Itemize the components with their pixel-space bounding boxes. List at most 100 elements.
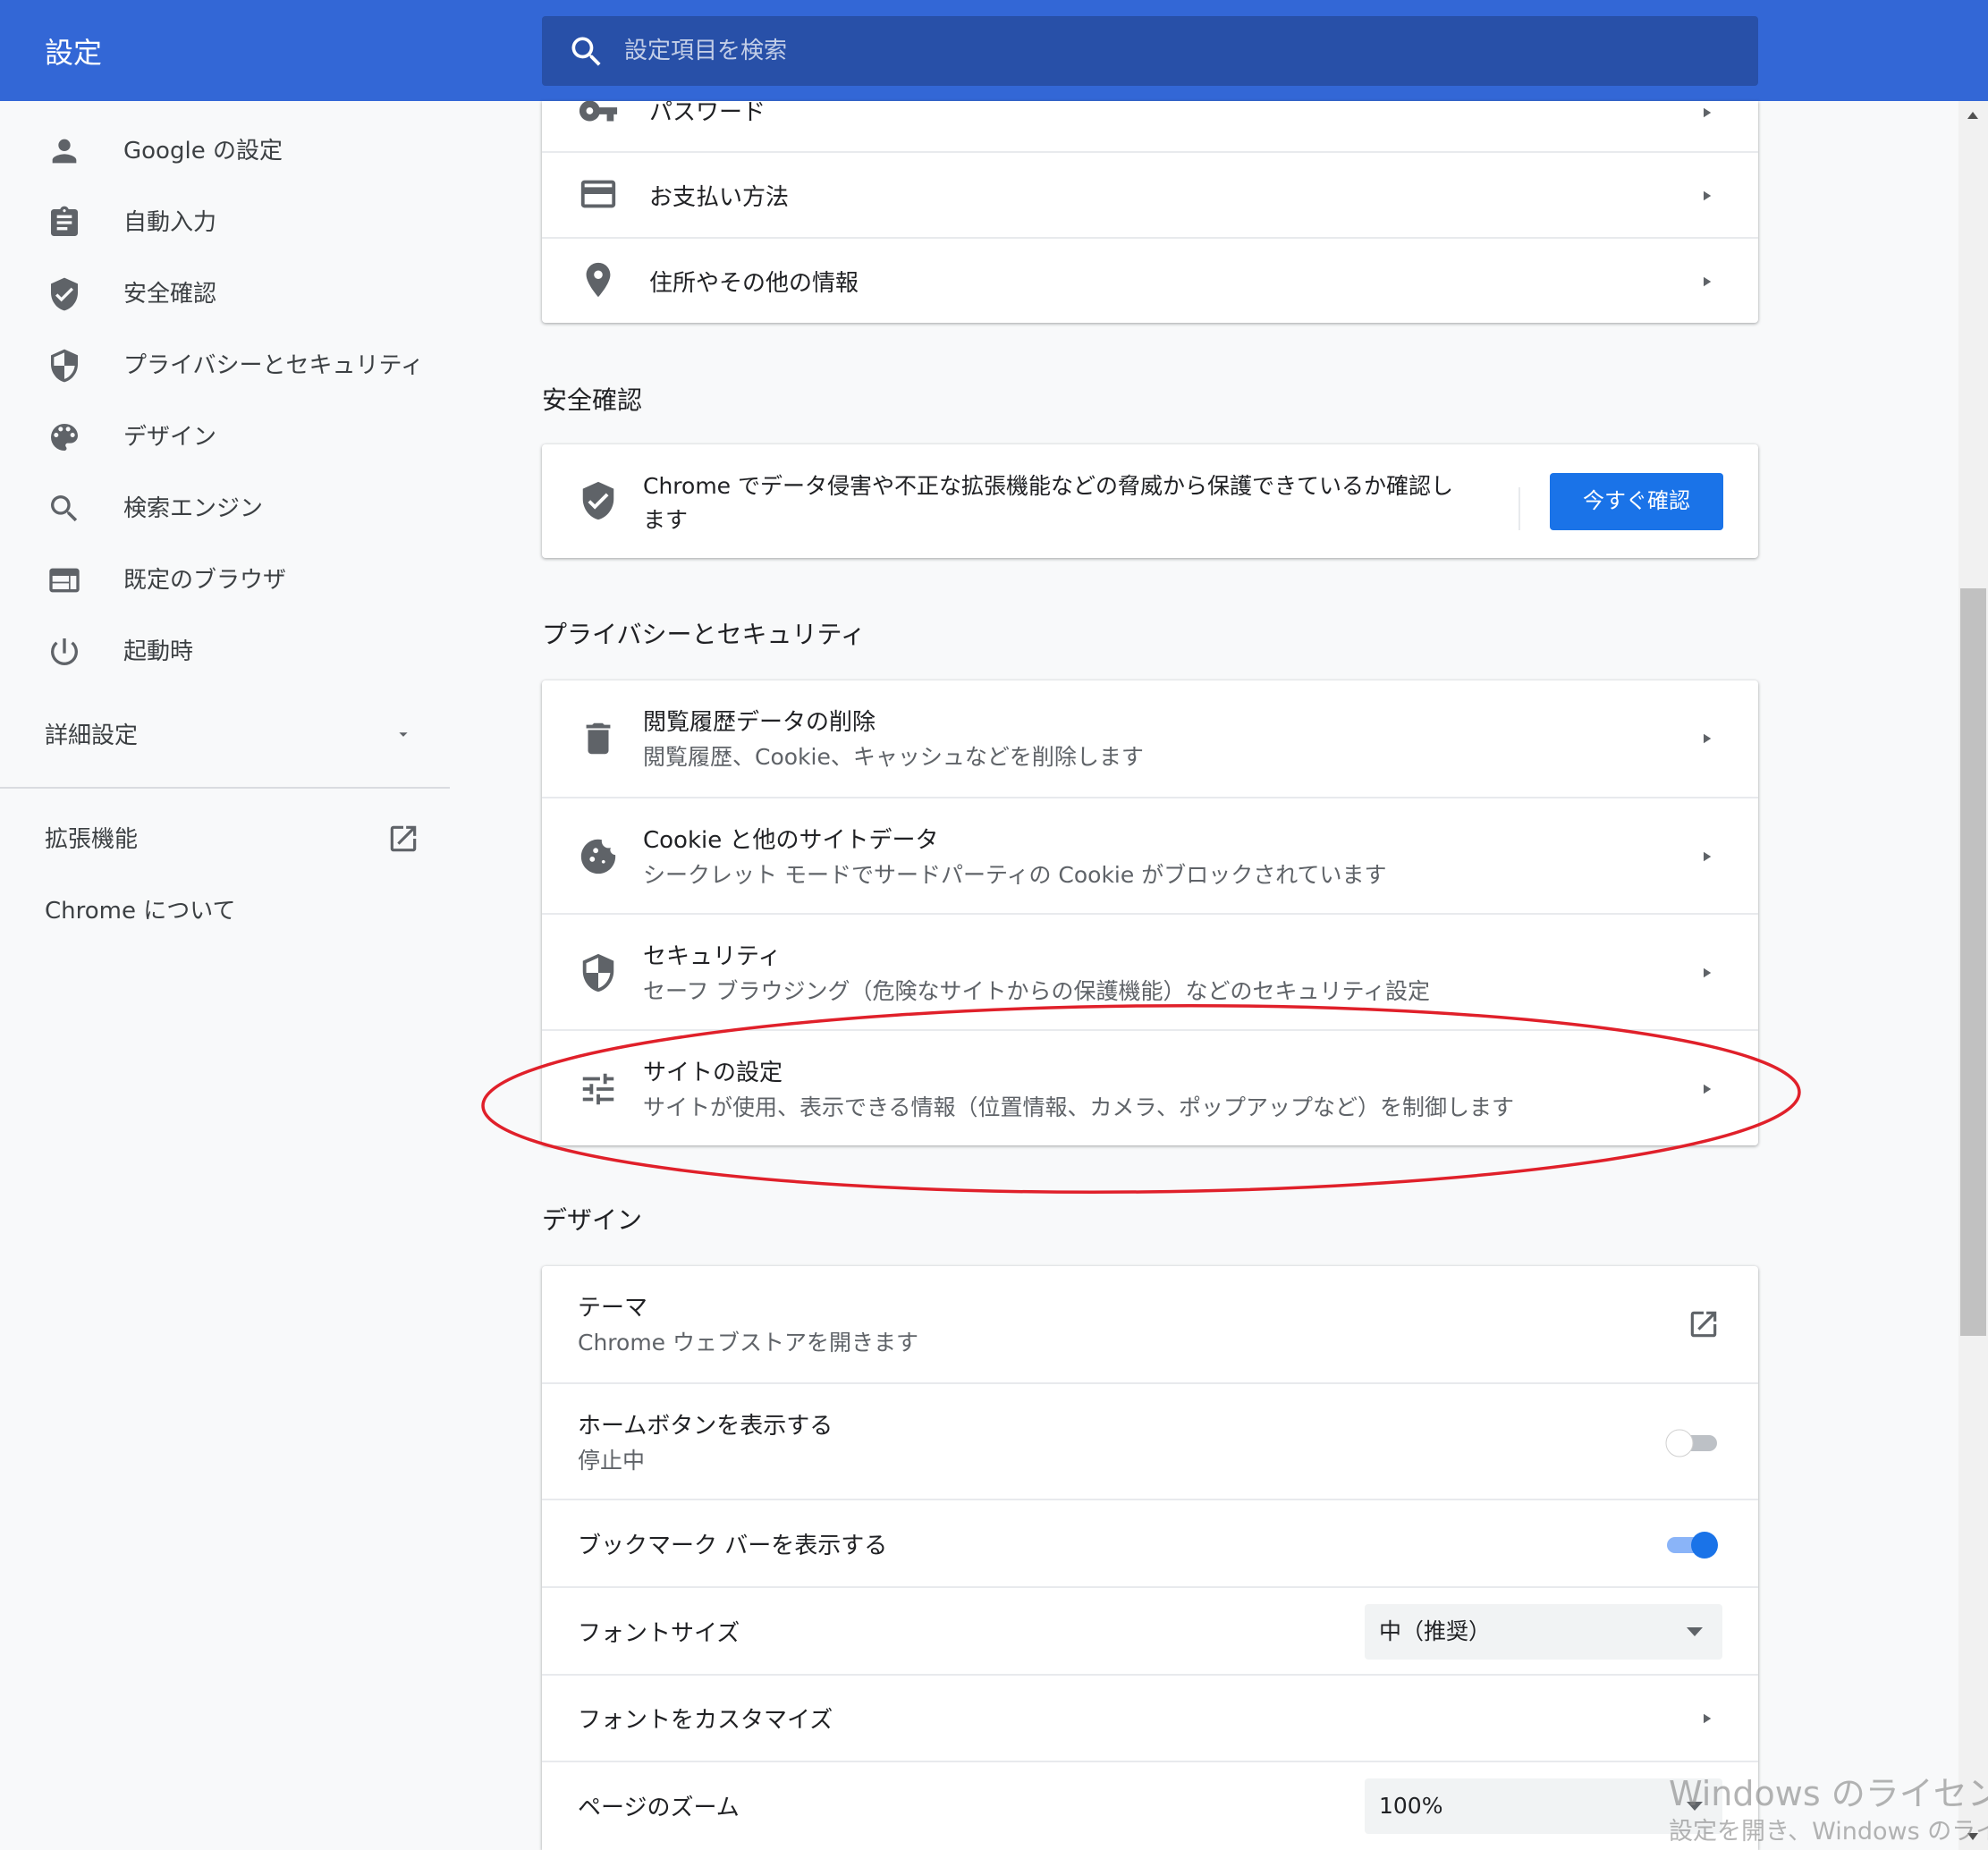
sidebar-divider <box>0 787 450 789</box>
activation-watermark-subtitle: 設定を開き、Windows のライセ <box>1669 1818 1988 1846</box>
font-size-label: フォントサイズ <box>578 1620 740 1647</box>
search-box[interactable] <box>542 16 1758 86</box>
sidebar-item-label: Google の設定 <box>123 138 283 165</box>
safety-text-line2: ます <box>643 507 689 533</box>
customize-fonts-row[interactable]: フォントをカスタマイズ <box>542 1674 1758 1761</box>
cookie-icon <box>580 839 616 874</box>
vertical-divider <box>1518 487 1520 530</box>
page-title: 設定 <box>45 36 103 70</box>
page-zoom-row: ページのズーム 100% <box>542 1761 1758 1850</box>
sidebar-item-google[interactable]: Google の設定 <box>0 115 447 187</box>
sidebar-item-label: デザイン <box>123 424 217 451</box>
bookmarks-bar-toggle[interactable] <box>1663 1526 1721 1562</box>
shield-half-icon <box>582 953 614 993</box>
open-external-icon <box>1690 1311 1717 1338</box>
sidebar-item-safety[interactable]: 安全確認 <box>0 258 447 330</box>
sidebar-item-search-engine[interactable]: 検索エンジン <box>0 473 447 545</box>
font-size-value: 中（推奨） <box>1379 1618 1492 1644</box>
chevron-right-icon <box>1704 190 1712 201</box>
open-external-icon <box>390 825 417 852</box>
shield-check-icon <box>582 481 614 520</box>
privacy-card: 閲覧履歴データの削除 閲覧履歴、Cookie、キャッシュなどを削除します Coo… <box>542 680 1758 1145</box>
cookies-row[interactable]: Cookie と他のサイトデータ シークレット モードでサードパーティの Coo… <box>542 797 1758 913</box>
search-icon <box>571 37 601 66</box>
autofill-card: パスワード お支払い方法 住所やその他の情報 <box>542 101 1758 323</box>
home-button-row[interactable]: ホームボタンを表示する 停止中 <box>542 1382 1758 1499</box>
safety-card: Chrome でデータ侵害や不正な拡張機能などの脅威から保護できているか確認し … <box>542 444 1758 558</box>
safety-heading: 安全確認 <box>542 385 643 415</box>
bookmarks-bar-title: ブックマーク バーを表示する <box>578 1533 888 1559</box>
caret-down-icon <box>1687 1627 1703 1636</box>
about-chrome-link[interactable]: Chrome について <box>0 875 447 947</box>
extensions-link[interactable]: 拡張機能 <box>0 804 447 875</box>
sidebar-item-design[interactable]: デザイン <box>0 401 447 473</box>
design-card: テーマ Chrome ウェブストアを開きます ホームボタンを表示する 停止中 ブ… <box>542 1266 1758 1850</box>
sidebar-item-label: 安全確認 <box>123 281 217 308</box>
row-subtitle: シークレット モードでサードパーティの Cookie がブロックされています <box>643 862 1387 888</box>
about-chrome-label: Chrome について <box>45 898 236 925</box>
row-title: Cookie と他のサイトデータ <box>643 827 939 854</box>
scrollbar-thumb[interactable] <box>1960 588 1986 1336</box>
chevron-right-icon <box>1704 733 1712 744</box>
passwords-row[interactable]: パスワード <box>542 101 1758 151</box>
row-subtitle: 閲覧履歴、Cookie、キャッシュなどを削除します <box>643 744 1144 770</box>
addresses-row[interactable]: 住所やその他の情報 <box>542 237 1758 323</box>
home-button-toggle[interactable] <box>1663 1424 1721 1460</box>
check-now-button[interactable]: 今すぐ確認 <box>1550 473 1723 530</box>
advanced-settings-toggle[interactable]: 詳細設定 <box>0 700 447 772</box>
sidebar-item-label: プライバシーとセキュリティ <box>123 352 424 379</box>
top-bar: 設定 <box>0 0 1988 101</box>
addresses-label: 住所やその他の情報 <box>649 270 859 297</box>
chevron-right-icon <box>1704 851 1712 862</box>
palette-icon <box>51 424 78 451</box>
vertical-scrollbar[interactable] <box>1958 101 1988 1850</box>
browser-icon <box>49 568 80 593</box>
bookmarks-bar-row[interactable]: ブックマーク バーを表示する <box>542 1499 1758 1586</box>
font-size-select[interactable]: 中（推奨） <box>1365 1604 1722 1660</box>
search-icon <box>51 495 78 522</box>
theme-row[interactable]: テーマ Chrome ウェブストアを開きます <box>542 1266 1758 1382</box>
chevron-right-icon <box>1704 276 1712 287</box>
theme-subtitle: Chrome ウェブストアを開きます <box>578 1330 919 1356</box>
sidebar-item-startup[interactable]: 起動時 <box>0 616 447 688</box>
sidebar-item-default-browser[interactable]: 既定のブラウザ <box>0 545 447 616</box>
key-icon <box>579 101 618 122</box>
clipboard-icon <box>51 206 78 236</box>
row-subtitle: セーフ ブラウジング（危険なサイトからの保護機能）などのセキュリティ設定 <box>643 978 1430 1004</box>
scroll-up-arrow-icon[interactable] <box>1966 110 1980 121</box>
extensions-label: 拡張機能 <box>45 826 139 853</box>
sidebar-item-label: 既定のブラウザ <box>123 567 287 594</box>
home-button-title: ホームボタンを表示する <box>578 1413 833 1440</box>
shield-half-icon <box>51 349 78 383</box>
sidebar-item-label: 検索エンジン <box>123 495 264 522</box>
person-icon <box>52 139 77 164</box>
clear-browsing-data-row[interactable]: 閲覧履歴データの削除 閲覧履歴、Cookie、キャッシュなどを削除します <box>542 680 1758 797</box>
page-zoom-value: 100% <box>1379 1793 1443 1819</box>
activation-watermark-title: Windows のライセンス <box>1669 1774 1988 1813</box>
page-zoom-label: ページのズーム <box>578 1795 740 1821</box>
payment-row[interactable]: お支払い方法 <box>542 151 1758 237</box>
sidebar-item-autofill[interactable]: 自動入力 <box>0 187 447 258</box>
chevron-right-icon <box>1704 107 1712 118</box>
row-title: 閲覧履歴データの削除 <box>643 709 876 736</box>
chevron-right-icon <box>1704 967 1712 978</box>
passwords-label: パスワード <box>649 101 766 126</box>
sidebar-item-label: 起動時 <box>123 638 194 665</box>
home-button-subtitle: 停止中 <box>578 1448 646 1474</box>
site-settings-row[interactable]: サイトの設定 サイトが使用、表示できる情報（位置情報、カメラ、ポップアップなど）… <box>542 1029 1758 1145</box>
font-size-row: フォントサイズ 中（推奨） <box>542 1586 1758 1674</box>
customize-fonts-label: フォントをカスタマイズ <box>578 1707 833 1734</box>
payment-label: お支払い方法 <box>649 184 790 211</box>
power-icon <box>50 638 78 665</box>
credit-card-icon <box>580 180 616 208</box>
sidebar-item-privacy[interactable]: プライバシーとセキュリティ <box>0 330 447 401</box>
privacy-heading: プライバシーとセキュリティ <box>542 620 866 649</box>
security-row[interactable]: セキュリティ セーフ ブラウジング（危険なサイトからの保護機能）などのセキュリテ… <box>542 913 1758 1029</box>
location-pin-icon <box>586 262 611 298</box>
search-input[interactable] <box>624 16 1733 86</box>
chevron-right-icon <box>1704 1084 1712 1094</box>
tune-icon <box>582 1073 614 1105</box>
row-title: サイトの設定 <box>643 1060 783 1086</box>
sidebar: Google の設定 自動入力 安全確認 プライバシーとセキュリティ デザイン … <box>0 101 465 1850</box>
sidebar-item-label: 自動入力 <box>123 209 217 236</box>
